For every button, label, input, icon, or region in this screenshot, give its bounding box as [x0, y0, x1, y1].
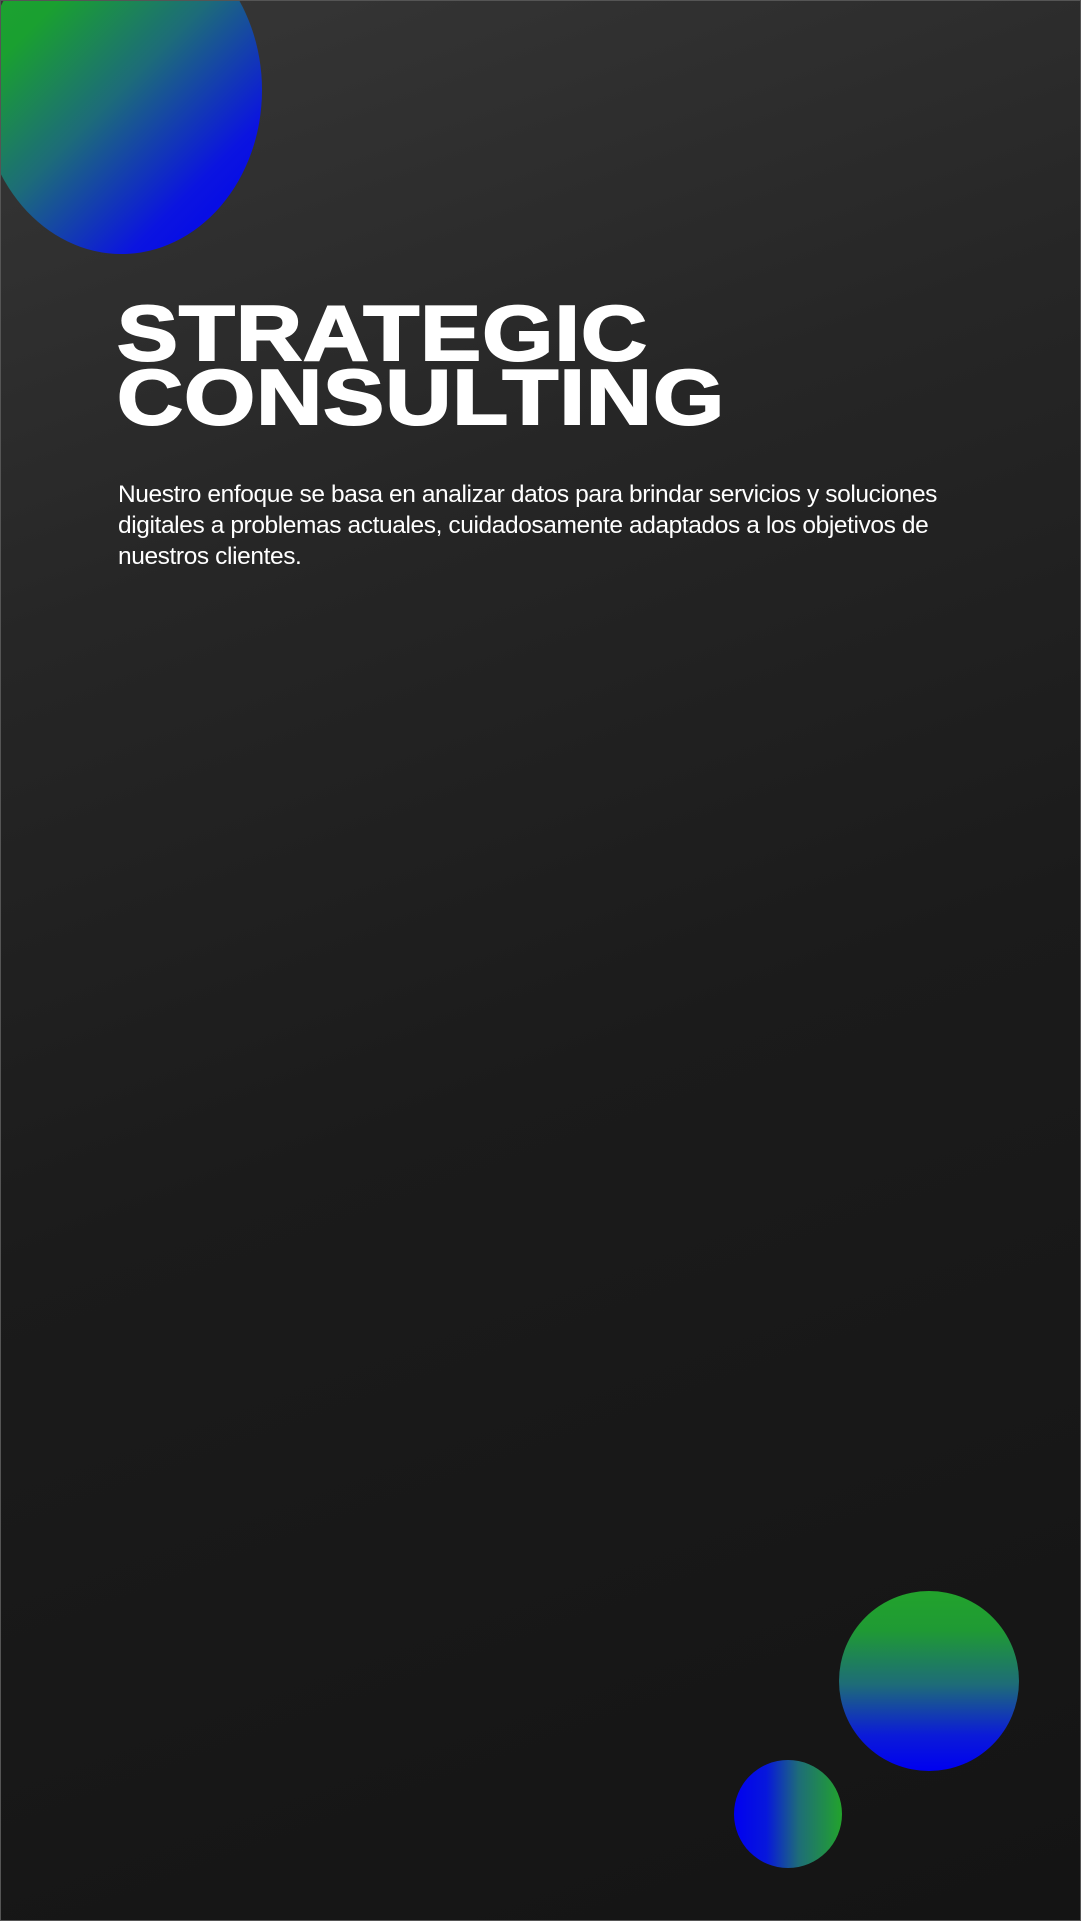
- poster: STRATEGIC CONSULTING Nuestro enfoque se …: [0, 0, 1081, 1921]
- title-line-2: CONSULTING: [116, 353, 726, 441]
- description-text: Nuestro enfoque se basa en analizar dato…: [118, 481, 938, 570]
- gradient-circle-bottom-small: [734, 1760, 842, 1868]
- page-title: STRATEGIC CONSULTING: [116, 293, 726, 441]
- gradient-circle-top-left: [1, 1, 262, 254]
- gradient-circle-bottom-right: [839, 1591, 1019, 1771]
